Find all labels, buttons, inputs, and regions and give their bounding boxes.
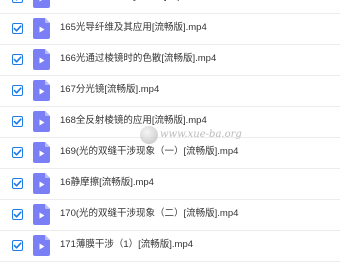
file-name[interactable]: 170(光的双缝干涉现象（二）[流畅版].mp4 [60, 206, 238, 222]
file-row[interactable]: 165光导纤维及其应用[流畅版].mp4 [0, 14, 340, 45]
file-row[interactable]: 166光通过棱镜时的色散[流畅版].mp4 [0, 45, 340, 76]
video-file-icon [33, 80, 50, 101]
file-name[interactable]: 169(光的双缝干涉现象（一）[流畅版].mp4 [60, 144, 238, 160]
file-row[interactable]: 167分光镜[流畅版].mp4 [0, 76, 340, 107]
file-checkbox[interactable] [12, 54, 23, 65]
checkmark-icon [13, 242, 22, 249]
file-name[interactable]: 164全反射（二）[流畅版].mp4 [60, 0, 188, 5]
video-file-icon [33, 142, 50, 163]
checkmark-icon [13, 149, 22, 156]
video-file-icon [33, 204, 50, 225]
file-name[interactable]: 165光导纤维及其应用[流畅版].mp4 [60, 20, 207, 36]
file-row[interactable]: 169(光的双缝干涉现象（一）[流畅版].mp4 [0, 138, 340, 169]
file-checkbox[interactable] [12, 23, 23, 34]
checkmark-icon [13, 87, 22, 94]
checkmark-icon [13, 25, 22, 32]
file-name[interactable]: 166光通过棱镜时的色散[流畅版].mp4 [60, 51, 216, 67]
checkmark-icon [13, 180, 22, 187]
file-row[interactable]: 171薄膜干涉（1）[流畅版].mp4 [0, 231, 340, 262]
file-checkbox[interactable] [12, 116, 23, 127]
video-file-icon [33, 173, 50, 194]
checkmark-icon [13, 118, 22, 125]
file-checkbox[interactable] [12, 209, 23, 220]
file-name[interactable]: 171薄膜干涉（1）[流畅版].mp4 [60, 237, 193, 253]
watermark-logo-icon [140, 126, 158, 144]
file-checkbox[interactable] [12, 240, 23, 251]
file-row[interactable]: 164全反射（二）[流畅版].mp4 [0, 0, 340, 14]
file-row[interactable]: 16静摩擦[流畅版].mp4 [0, 169, 340, 200]
file-name[interactable]: 16静摩擦[流畅版].mp4 [60, 175, 154, 191]
checkmark-icon [15, 0, 18, 1]
watermark-text: www.xue-ba.org [160, 129, 242, 140]
file-checkbox[interactable] [12, 178, 23, 189]
checkmark-icon [13, 56, 22, 63]
file-checkbox[interactable] [12, 147, 23, 158]
file-checkbox[interactable] [12, 85, 23, 96]
video-file-icon [33, 111, 50, 132]
video-file-icon [33, 49, 50, 70]
file-row[interactable]: 170(光的双缝干涉现象（二）[流畅版].mp4 [0, 200, 340, 231]
video-file-icon [33, 235, 50, 256]
file-checkbox[interactable] [12, 0, 23, 3]
video-file-icon [33, 0, 50, 8]
file-name[interactable]: 168全反射棱镜的应用[流畅版].mp4 [60, 113, 207, 129]
file-name[interactable]: 167分光镜[流畅版].mp4 [60, 82, 159, 98]
video-file-icon [33, 18, 50, 39]
checkmark-icon [13, 211, 22, 218]
